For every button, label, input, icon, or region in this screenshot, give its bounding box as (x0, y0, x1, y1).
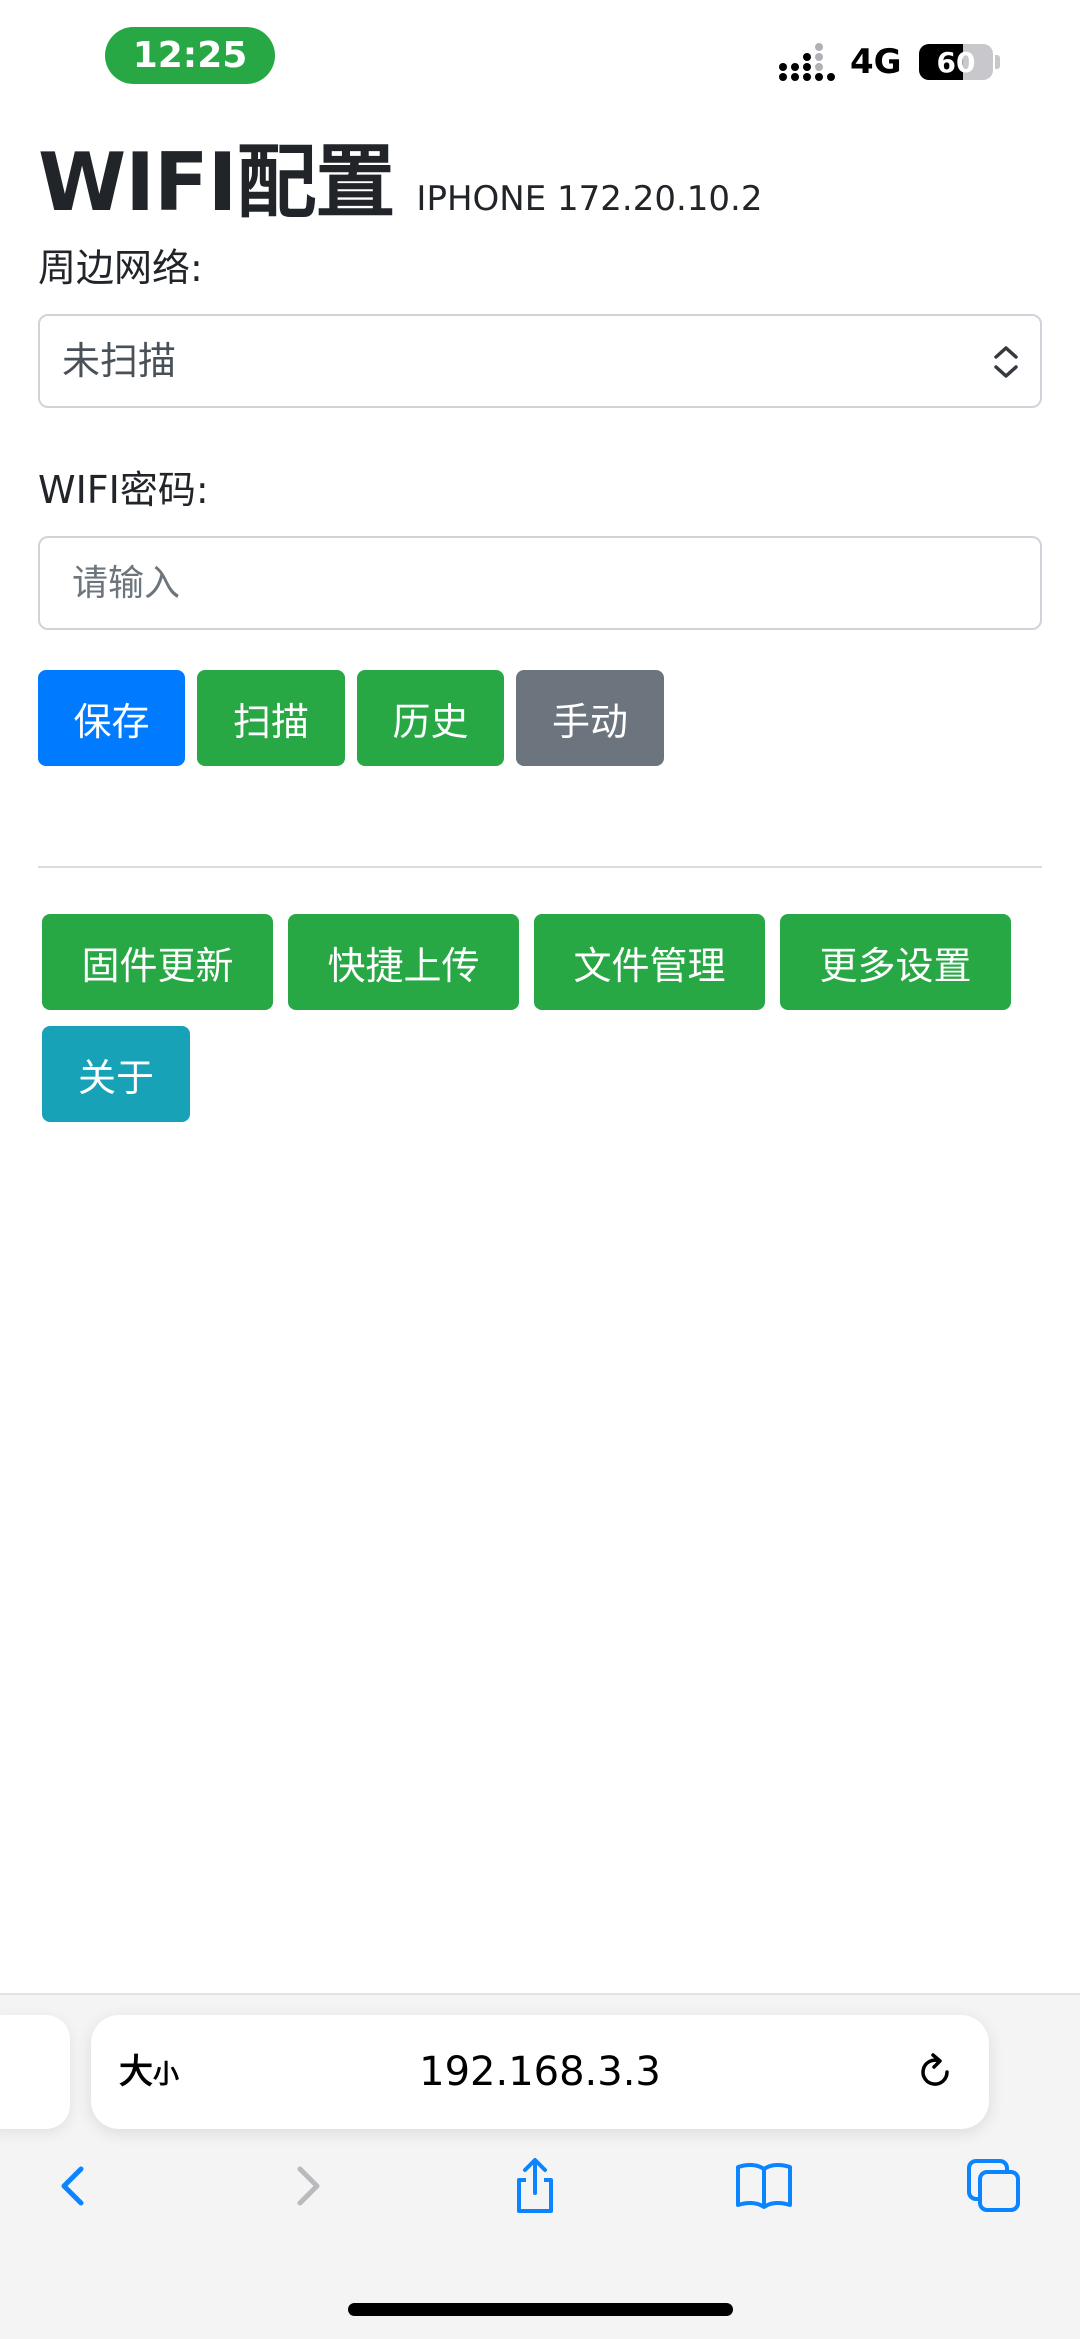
status-bar: 12:25 4G 60 (0, 0, 1080, 110)
battery-cap (995, 55, 1000, 69)
page-title: WIFI配置 (38, 136, 395, 229)
browser-toolbar: 大小 192.168.3.3 (0, 1993, 1080, 2339)
quick-upload-button[interactable]: 快捷上传 (288, 914, 519, 1010)
battery-level: 60 (936, 45, 976, 79)
cellular-signal-icon (779, 43, 835, 81)
title-row: WIFI配置 IPHONE 172.20.10.2 (38, 118, 1042, 229)
battery-icon: 60 (919, 44, 993, 80)
more-settings-button[interactable]: 更多设置 (780, 914, 1011, 1010)
home-indicator (348, 2303, 733, 2316)
forward-icon[interactable] (277, 2155, 339, 2217)
network-select[interactable]: 未扫描 (38, 314, 1042, 408)
about-button[interactable]: 关于 (42, 1026, 190, 1122)
previous-tab-peek[interactable] (0, 2015, 70, 2129)
status-time: 12:25 (105, 27, 275, 84)
network-select-value: 未扫描 (62, 339, 177, 383)
url-text: 192.168.3.3 (419, 2049, 661, 2095)
manual-button[interactable]: 手动 (516, 670, 664, 766)
firmware-update-button[interactable]: 固件更新 (42, 914, 273, 1010)
tabs-icon[interactable] (963, 2155, 1025, 2217)
password-label: WIFI密码: (38, 468, 209, 512)
history-button[interactable]: 历史 (357, 670, 504, 766)
reload-icon[interactable] (913, 2050, 957, 2094)
chevron-up-down-icon (994, 346, 1018, 378)
network-type: 4G (850, 42, 902, 82)
share-icon[interactable] (504, 2155, 566, 2217)
networks-label: 周边网络: (38, 246, 203, 290)
address-bar[interactable]: 大小 192.168.3.3 (91, 2015, 989, 2129)
page-content: WIFI配置 IPHONE 172.20.10.2 周边网络: 未扫描 WIFI… (38, 118, 1042, 1122)
password-input[interactable] (40, 538, 1040, 628)
password-field-wrapper (38, 536, 1042, 630)
file-manager-button[interactable]: 文件管理 (534, 914, 765, 1010)
page-subtitle: IPHONE 172.20.10.2 (416, 179, 763, 219)
bookmarks-icon[interactable] (733, 2155, 795, 2217)
save-button[interactable]: 保存 (38, 670, 185, 766)
action-buttons: 保存 扫描 历史 手动 (38, 670, 1042, 766)
more-actions: 固件更新 快捷上传 文件管理 更多设置 关于 (42, 914, 1042, 1122)
divider (38, 866, 1042, 868)
back-icon[interactable] (42, 2155, 104, 2217)
scan-button[interactable]: 扫描 (197, 670, 345, 766)
